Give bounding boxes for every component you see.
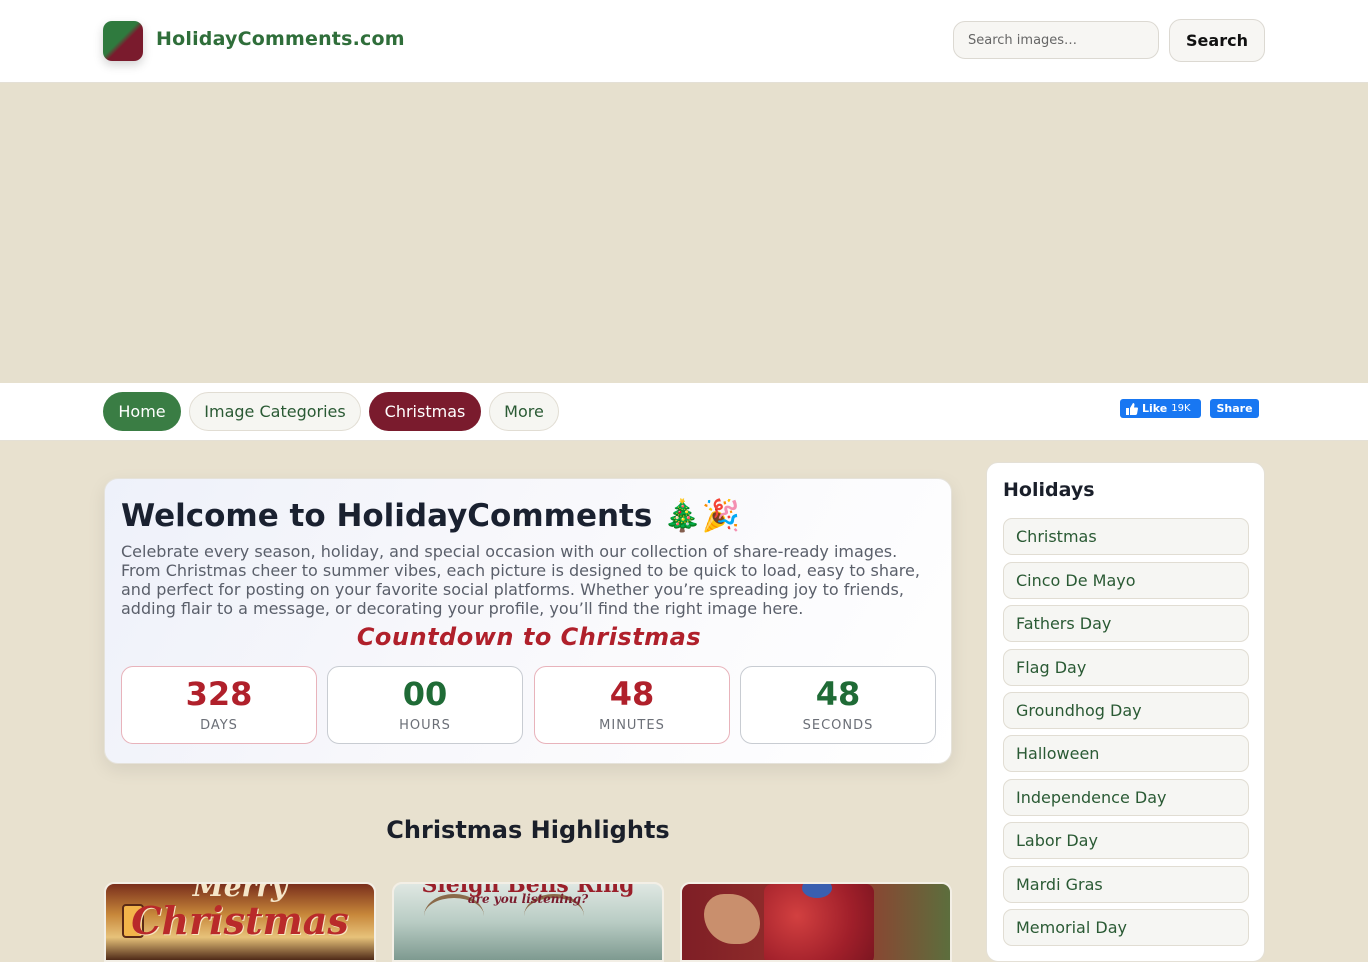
highlight-image-glitter-gift[interactable] — [680, 882, 952, 962]
countdown-minutes: 48 MINUTES — [534, 666, 730, 744]
highlight-image-merry-christmas[interactable]: Merry Christmas — [104, 882, 376, 962]
nav-christmas[interactable]: Christmas — [369, 392, 481, 431]
search-input[interactable] — [953, 21, 1159, 59]
countdown-minutes-value: 48 — [609, 675, 655, 713]
highlight-image-sleigh-bells[interactable]: Sleigh Bells Ring are you listening? — [392, 882, 664, 962]
countdown-minutes-label: MINUTES — [599, 718, 665, 733]
highlight-2-line2: are you listening? — [467, 892, 589, 906]
countdown-days: 328 DAYS — [121, 666, 317, 744]
countdown-hours-value: 00 — [402, 675, 448, 713]
sidebar-item-groundhog-day[interactable]: Groundhog Day — [1003, 692, 1249, 729]
facebook-like-count: 19K — [1171, 403, 1191, 414]
facebook-share-button[interactable]: Share — [1210, 399, 1259, 418]
countdown-title: Countdown to Christmas — [356, 623, 702, 651]
countdown-hours-label: HOURS — [399, 718, 451, 733]
countdown-seconds-label: SECONDS — [802, 718, 874, 733]
sidebar-item-memorial-day[interactable]: Memorial Day — [1003, 909, 1249, 946]
welcome-title: Welcome to HolidayComments 🎄🎉 — [121, 498, 741, 534]
sidebar-item-halloween[interactable]: Halloween — [1003, 735, 1249, 772]
sidebar-item-fathers-day[interactable]: Fathers Day — [1003, 605, 1249, 642]
countdown-hours: 00 HOURS — [327, 666, 523, 744]
search-button[interactable]: Search — [1169, 19, 1265, 62]
nav-more[interactable]: More — [489, 392, 559, 431]
main-nav: Home Image Categories Christmas More Lik… — [0, 383, 1368, 441]
sidebar-item-mardi-gras[interactable]: Mardi Gras — [1003, 866, 1249, 903]
facebook-like-label: Like — [1142, 402, 1168, 415]
countdown-days-label: DAYS — [200, 718, 238, 733]
highlight-1-line2: Christmas — [131, 898, 349, 943]
ad-placeholder — [0, 83, 1368, 383]
welcome-text: Celebrate every season, holiday, and spe… — [121, 542, 920, 618]
site-logo-icon[interactable] — [103, 21, 143, 61]
sidebar-item-labor-day[interactable]: Labor Day — [1003, 822, 1249, 859]
sidebar-item-independence-day[interactable]: Independence Day — [1003, 779, 1249, 816]
countdown-seconds: 48 SECONDS — [740, 666, 936, 744]
countdown-days-value: 328 — [185, 675, 253, 713]
nav-home[interactable]: Home — [103, 392, 181, 431]
sidebar-item-cinco-de-mayo[interactable]: Cinco De Mayo — [1003, 562, 1249, 599]
site-name[interactable]: HolidayComments.com — [156, 28, 405, 50]
sidebar-item-flag-day[interactable]: Flag Day — [1003, 649, 1249, 686]
nav-image-categories[interactable]: Image Categories — [189, 392, 361, 431]
site-header: HolidayComments.com Search — [0, 0, 1368, 83]
welcome-card: Welcome to HolidayComments 🎄🎉 Celebrate … — [104, 478, 952, 764]
hand-icon — [704, 894, 760, 944]
facebook-like-button[interactable]: Like 19K — [1120, 399, 1201, 418]
sidebar-item-christmas[interactable]: Christmas — [1003, 518, 1249, 555]
thumbs-up-icon — [1126, 402, 1138, 415]
highlights-title: Christmas Highlights — [386, 816, 670, 844]
countdown-seconds-value: 48 — [815, 675, 861, 713]
sidebar-title: Holidays — [1003, 479, 1095, 501]
holidays-sidebar: Holidays Christmas Cinco De Mayo Fathers… — [986, 462, 1265, 962]
